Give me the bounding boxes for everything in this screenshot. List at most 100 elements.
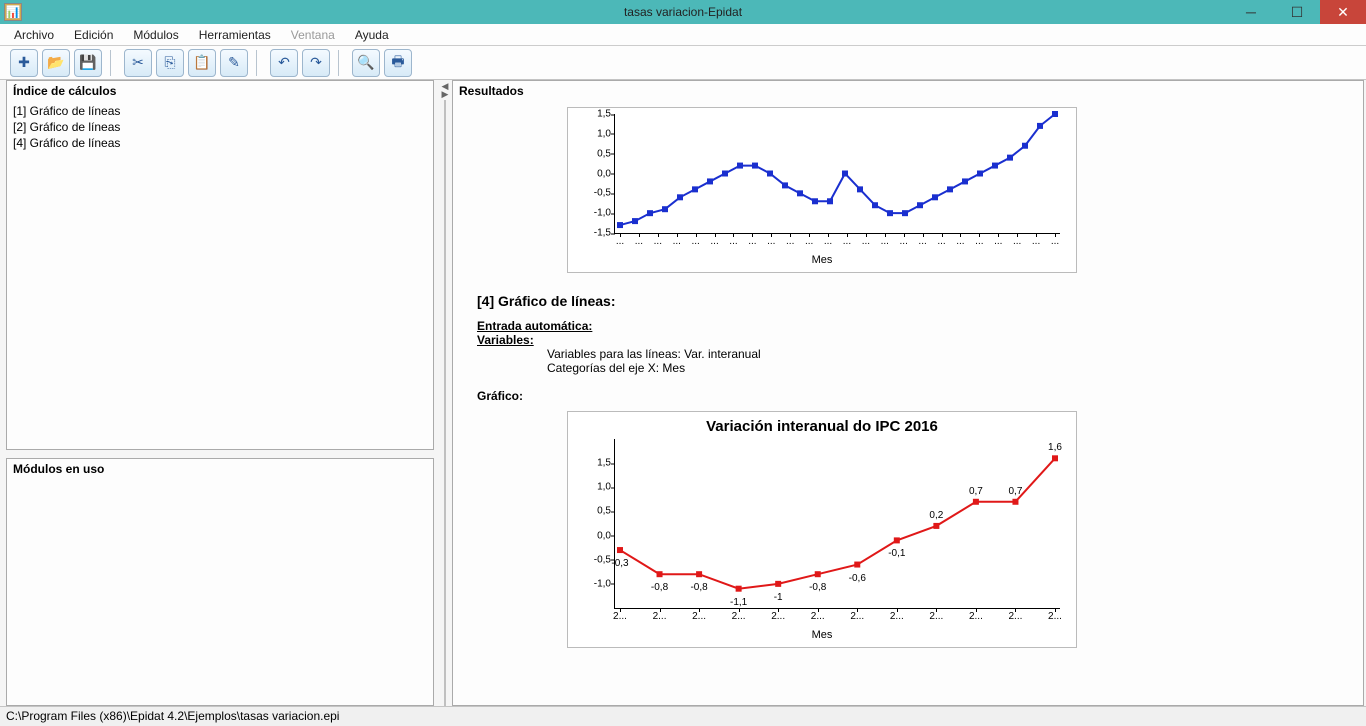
status-path: C:\Program Files (x86)\Epidat 4.2\Ejempl… (6, 709, 339, 723)
close-button[interactable]: ✕ (1320, 0, 1366, 24)
panel-indice-title: Índice de cálculos (7, 81, 433, 101)
results-body[interactable]: -1,5 -1,0 -0,5 0,0 0,5 1,0 1,5................… (453, 101, 1363, 705)
y-tick: 0,0 (581, 530, 611, 541)
save-icon[interactable]: 💾 (74, 49, 102, 77)
x-tick: ... (881, 236, 889, 247)
x-tick: ... (843, 236, 851, 247)
x-tick: ... (729, 236, 737, 247)
data-label: 1,6 (1048, 442, 1062, 453)
y-tick: -0,5 (581, 554, 611, 565)
minimize-button[interactable]: ─ (1228, 0, 1274, 24)
panel-modulos-title: Módulos en uso (7, 459, 433, 479)
x-tick: ... (918, 236, 926, 247)
print-icon[interactable]: 🖶 (384, 49, 412, 77)
x-tick: ... (767, 236, 775, 247)
x-tick: ... (937, 236, 945, 247)
paste-icon[interactable]: 📋 (188, 49, 216, 77)
x-tick: 2... (929, 611, 943, 622)
menu-ayuda[interactable]: Ayuda (345, 25, 399, 45)
x-tick: 2... (969, 611, 983, 622)
menu-modulos[interactable]: Módulos (123, 25, 188, 45)
grafico-label: Gráfico: (477, 389, 1353, 403)
data-label: 0,2 (929, 510, 943, 521)
y-tick: -1,5 (581, 228, 611, 239)
panel-indice-body[interactable]: [1] Gráfico de líneas [2] Gráfico de lín… (7, 101, 433, 449)
x-tick: ... (786, 236, 794, 247)
info-line-1: Variables para las líneas: Var. interanu… (547, 347, 1353, 361)
panel-resultados-title: Resultados (453, 81, 1363, 101)
toolbar: ✚ 📂 💾 ✂ ⎘ 📋 ✎ ↶ ↷ 🔍 🖶 (0, 46, 1366, 80)
x-tick: ... (748, 236, 756, 247)
toolbar-separator (256, 50, 264, 76)
data-label: -0,3 (611, 558, 628, 569)
main-area: Índice de cálculos [1] Gráfico de líneas… (0, 80, 1366, 706)
data-label: -0,8 (690, 582, 707, 593)
x-tick: ... (691, 236, 699, 247)
list-item[interactable]: [4] Gráfico de líneas (13, 135, 427, 151)
list-item[interactable]: [2] Gráfico de líneas (13, 119, 427, 135)
zoom-icon[interactable]: 🔍 (352, 49, 380, 77)
x-tick: 2... (732, 611, 746, 622)
open-icon[interactable]: 📂 (42, 49, 70, 77)
x-tick: 2... (613, 611, 627, 622)
data-label: 0,7 (1009, 486, 1023, 497)
x-tick: ... (975, 236, 983, 247)
y-tick: 1,0 (581, 128, 611, 139)
menu-edicion[interactable]: Edición (64, 25, 123, 45)
x-tick: ... (824, 236, 832, 247)
chart2-xlabel: Mes (574, 629, 1070, 641)
titlebar: 📊 tasas variacion-Epidat ─ ☐ ✕ (0, 0, 1366, 24)
data-label: -1,1 (730, 597, 747, 608)
x-tick: 2... (890, 611, 904, 622)
splitter-arrow-right-icon: ▶ (442, 90, 449, 98)
menu-archivo[interactable]: Archivo (4, 25, 64, 45)
x-tick: 2... (1048, 611, 1062, 622)
data-label: 0,7 (969, 486, 983, 497)
cut-icon[interactable]: ✂ (124, 49, 152, 77)
variables-label: Variables: (477, 333, 1353, 347)
panel-resultados: Resultados -1,5 -1,0 -0,5 0,0 0,5 1,0 1,5.....… (452, 80, 1364, 706)
erase-icon[interactable]: ✎ (220, 49, 248, 77)
x-tick: ... (956, 236, 964, 247)
x-tick: ... (673, 236, 681, 247)
menu-ventana[interactable]: Ventana (281, 25, 345, 45)
panel-modulos-body[interactable] (7, 479, 433, 705)
new-file-icon[interactable]: ✚ (10, 49, 38, 77)
y-tick: 0,5 (581, 148, 611, 159)
y-tick: 0,5 (581, 506, 611, 517)
panel-modulos: Módulos en uso (6, 458, 434, 706)
left-column: Índice de cálculos [1] Gráfico de líneas… (0, 80, 438, 706)
app-icon: 📊 (4, 3, 22, 21)
x-tick: ... (900, 236, 908, 247)
chart2-title: Variación interanual do IPC 2016 (574, 418, 1070, 435)
window-controls: ─ ☐ ✕ (1228, 0, 1366, 24)
vertical-splitter[interactable]: ◀ ▶ (438, 80, 452, 706)
x-tick: ... (635, 236, 643, 247)
window-title: tasas variacion-Epidat (624, 5, 742, 19)
statusbar: C:\Program Files (x86)\Epidat 4.2\Ejempl… (0, 706, 1366, 726)
x-tick: 2... (771, 611, 785, 622)
right-column: Resultados -1,5 -1,0 -0,5 0,0 0,5 1,0 1,5.....… (452, 80, 1366, 706)
y-tick: 0,0 (581, 168, 611, 179)
x-tick: 2... (811, 611, 825, 622)
toolbar-separator (110, 50, 118, 76)
copy-icon[interactable]: ⎘ (156, 49, 184, 77)
chart1-xlabel: Mes (574, 254, 1070, 266)
x-tick: ... (710, 236, 718, 247)
y-tick: 1,5 (581, 458, 611, 469)
menu-herramientas[interactable]: Herramientas (189, 25, 281, 45)
x-tick: ... (1013, 236, 1021, 247)
x-tick: ... (616, 236, 624, 247)
x-tick: ... (1051, 236, 1059, 247)
x-tick: ... (1032, 236, 1040, 247)
y-tick: 1,5 (581, 109, 611, 120)
maximize-button[interactable]: ☐ (1274, 0, 1320, 24)
section4-heading: [4] Gráfico de líneas: (477, 293, 1353, 309)
x-tick: ... (805, 236, 813, 247)
data-label: -0,6 (849, 573, 866, 584)
redo-icon[interactable]: ↷ (302, 49, 330, 77)
undo-icon[interactable]: ↶ (270, 49, 298, 77)
y-tick: -1,0 (581, 578, 611, 589)
x-tick: ... (994, 236, 1002, 247)
list-item[interactable]: [1] Gráfico de líneas (13, 103, 427, 119)
